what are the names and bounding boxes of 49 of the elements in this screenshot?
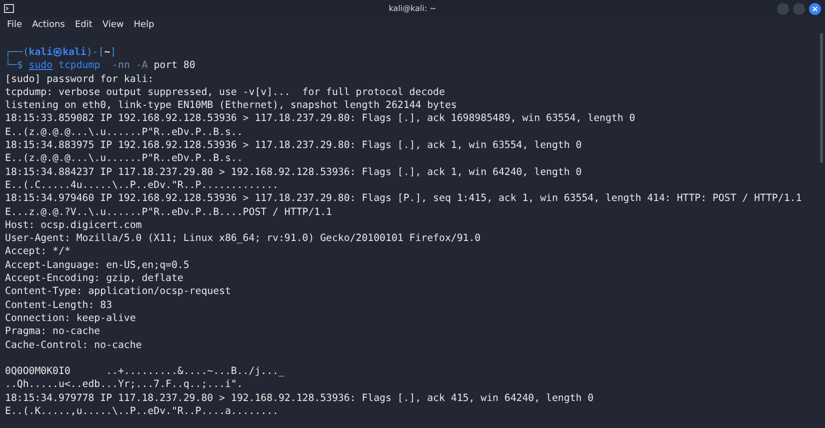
- host-name: kali: [62, 47, 86, 58]
- prompt-bracket: ┌──(: [5, 47, 29, 58]
- minimize-button[interactable]: [777, 2, 789, 14]
- menu-item[interactable]: Edit: [70, 20, 98, 30]
- command-token: sudo: [28, 60, 53, 72]
- at-symbol: ㉿: [52, 47, 63, 58]
- command-token: tcpdump: [58, 60, 100, 72]
- output-line: [sudo] password for kali:: [5, 72, 154, 86]
- directory-name: ~: [104, 47, 110, 58]
- output-line: E..(.K.....,u.....\..P..eDv."R..P....a........: [5, 405, 278, 418]
- output-line: Cache-Control: no-cache: [5, 338, 142, 352]
- scrollbar-thumb[interactable]: [820, 33, 823, 163]
- output-line: Accept-Language: en-US,en;q=0.5: [5, 258, 190, 272]
- terminal-icon: [4, 4, 14, 13]
- prompt-bracket: ]: [110, 47, 116, 58]
- prompt-symbol: └─$: [5, 60, 23, 72]
- output-line: Accept: */*: [5, 245, 70, 259]
- output-line: E...z.@.@.?V..\.u......P"R..eDv.P..B....POST / HTTP/1.1: [5, 206, 332, 219]
- menu-item[interactable]: File: [2, 20, 28, 30]
- output-line: Connection: keep-alive: [5, 312, 136, 326]
- menu-item[interactable]: Help: [128, 20, 160, 30]
- menu-item[interactable]: View: [97, 20, 129, 30]
- output-line: 0Q0O0M0K0I0 ..+.........&....~...B../j..._: [5, 365, 284, 378]
- output-line: tcpdump: verbose output suppressed, use -v[v]... for full protocol decode: [5, 86, 445, 100]
- output-line: User-Agent: Mozilla/5.0 (X11; Linux x86_64; rv:91.0) Gecko/20100101 Firefox/91.0: [5, 232, 481, 246]
- output-line: Content-Type: application/ocsp-request: [5, 285, 231, 299]
- output-line: ..Qh.....u<..edb...Yr;...7.F..q..;...i".: [5, 378, 243, 392]
- close-icon: [812, 6, 818, 12]
- command-token: port 80: [154, 60, 196, 72]
- output-line: listening on eth0, link-type EN10MB (Ethernet), snapshot length 262144 bytes: [5, 99, 457, 112]
- window-title: kali@kali: ~: [388, 3, 436, 15]
- close-button[interactable]: [809, 2, 821, 14]
- menu-item[interactable]: Actions: [27, 20, 70, 30]
- maximize-button[interactable]: [793, 2, 805, 14]
- output-line: 18:15:34.979460 IP 192.168.92.128.53936 > 117.18.237.29.80: Flags [P.], seq 1:415, ack 1, win 63554, length 414: HTTP: POST / HTTP/1.1: [5, 192, 802, 206]
- prompt-bracket: )-[: [86, 47, 104, 58]
- output-line: Accept-Encoding: gzip, deflate: [5, 272, 184, 286]
- command-token: -nn -A: [111, 60, 148, 72]
- user-name: kali: [28, 47, 53, 58]
- output-line: E..(z.@.@.@...\.u......P"R..eDv.P..B.s..: [5, 126, 243, 140]
- output-line: Host: ocsp.digicert.com: [5, 218, 142, 232]
- output-line: 18:15:34.883975 IP 192.168.92.128.53936 > 117.18.237.29.80: Flags [.], ack 1, win 63554, length 0: [5, 139, 582, 152]
- output-line: Pragma: no-cache: [5, 325, 100, 339]
- output-line: E..(.C.....4u.....\..P..eDv."R..P.............: [5, 178, 278, 192]
- output-line: Content-Length: 83: [5, 298, 112, 312]
- output-line: E..(z.@.@.@...\.u......P"R..eDv.P..B.s..: [5, 152, 243, 166]
- output-line: 18:15:34.979778 IP 117.18.237.29.80 > 192.168.92.128.53936: Flags [.], ack 415, win 64240, length 0: [5, 392, 594, 406]
- output-line: 18:15:33.859082 IP 192.168.92.128.53936 > 117.18.237.29.80: Flags [.], ack 1698985489, win 63554, length 0: [5, 112, 636, 126]
- output-line: 18:15:34.884237 IP 117.18.237.29.80 > 192.168.92.128.53936: Flags [.], ack 1, win 64240, length 0: [5, 166, 582, 179]
